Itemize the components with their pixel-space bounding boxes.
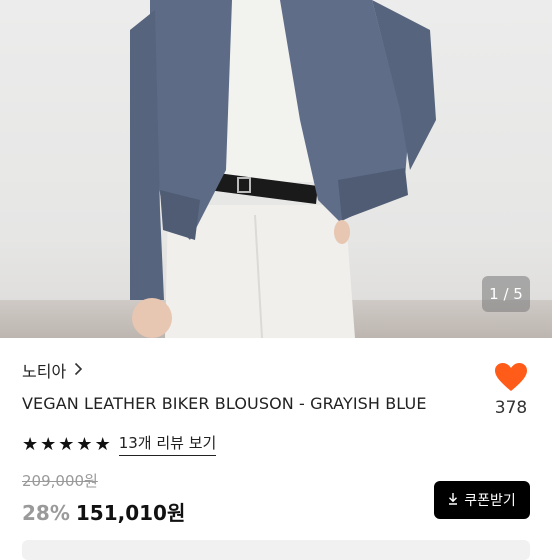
image-counter: 1 / 5 <box>482 276 530 312</box>
coupon-button[interactable]: 쿠폰받기 <box>434 481 530 519</box>
original-price: 209,000원 <box>22 472 98 490</box>
discount-rate: 28% <box>22 501 70 525</box>
coupon-label: 쿠폰받기 <box>464 493 516 509</box>
brand-name: 노티아 <box>22 362 67 381</box>
star-icon: ★ <box>76 433 93 455</box>
price-row: 28% 151,010원 <box>22 497 185 526</box>
star-icon: ★ <box>22 433 39 455</box>
review-link[interactable]: 13개 리뷰 보기 <box>118 432 217 456</box>
star-icon: ★ <box>40 433 57 455</box>
download-icon <box>448 492 458 509</box>
like-button[interactable]: 378 <box>488 362 534 418</box>
brand-link[interactable]: 노티아 <box>22 358 83 382</box>
product-title: VEGAN LEATHER BIKER BLOUSON - GRAYISH BL… <box>22 394 427 413</box>
next-section-bar <box>22 540 530 560</box>
like-count: 378 <box>494 398 528 418</box>
star-rating: ★ ★ ★ ★ ★ <box>22 434 111 455</box>
chevron-right-icon <box>74 361 83 380</box>
star-icon: ★ <box>58 433 75 455</box>
star-icon: ★ <box>94 433 111 455</box>
model-illustration <box>130 0 436 338</box>
rating-row: ★ ★ ★ ★ ★ 13개 리뷰 보기 <box>22 432 217 456</box>
heart-icon <box>488 362 534 392</box>
product-image[interactable]: 1 / 5 <box>0 0 552 338</box>
final-price: 151,010원 <box>75 501 186 525</box>
